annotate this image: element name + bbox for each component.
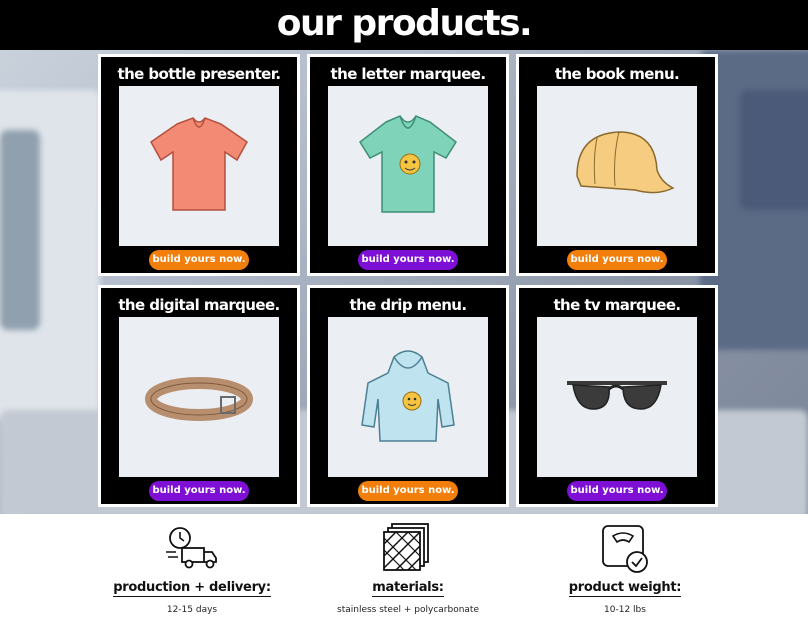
brown-belt-icon	[145, 377, 253, 421]
build-button[interactable]: build yours now.	[567, 481, 667, 501]
product-image	[537, 317, 697, 477]
build-button[interactable]: build yours now.	[358, 250, 458, 270]
background-shape	[0, 130, 40, 330]
product-image	[328, 317, 488, 477]
feature-title: materials:	[372, 580, 444, 597]
product-card: the book menu. build yours now.	[516, 54, 718, 276]
weight-scale-icon	[602, 525, 648, 573]
features-strip: production + delivery: 12-15 days materi…	[0, 514, 808, 636]
build-button[interactable]: build yours now.	[149, 250, 249, 270]
materials-layers-icon	[383, 523, 429, 571]
yellow-cap-icon	[576, 131, 675, 194]
feature-delivery: production + delivery: 12-15 days	[82, 522, 302, 615]
product-name: the bottle presenter.	[117, 65, 282, 83]
product-image	[119, 317, 279, 477]
orange-tshirt-icon	[150, 117, 248, 211]
feature-weight: product weight: 10-12 lbs	[515, 522, 735, 615]
product-card: the digital marquee. build yours now.	[98, 285, 300, 507]
product-name: the digital marquee.	[118, 296, 280, 314]
background-shape	[740, 90, 808, 210]
product-image	[328, 86, 488, 246]
feature-value: 12-15 days	[166, 605, 218, 615]
product-card: the tv marquee. build yours now.	[516, 285, 718, 507]
product-name: the letter marquee.	[330, 65, 487, 83]
feature-value: 10-12 lbs	[604, 605, 646, 615]
product-image	[537, 86, 697, 246]
page-title: our products.	[276, 3, 533, 44]
sunglasses-icon	[567, 381, 667, 410]
product-card: the drip menu. build yours now.	[307, 285, 509, 507]
product-card: the bottle presenter. build yours now.	[98, 54, 300, 276]
build-button[interactable]: build yours now.	[149, 481, 249, 501]
product-name: the book menu.	[554, 65, 680, 83]
product-name: the tv marquee.	[553, 296, 681, 314]
blue-hoodie-emoji-icon	[361, 350, 455, 442]
top-bar: our products.	[0, 0, 808, 50]
feature-materials: materials: stainless steel + polycarbona…	[298, 522, 518, 615]
build-button[interactable]: build yours now.	[358, 481, 458, 501]
delivery-truck-clock-icon	[166, 527, 217, 569]
product-name: the drip menu.	[349, 296, 468, 314]
product-card: the letter marquee. build yours now.	[307, 54, 509, 276]
green-tshirt-emoji-icon	[359, 115, 457, 213]
feature-value: stainless steel + polycarbonate	[337, 605, 479, 615]
build-button[interactable]: build yours now.	[567, 250, 667, 270]
product-image	[119, 86, 279, 246]
feature-title: product weight:	[568, 580, 682, 597]
feature-title: production + delivery:	[113, 580, 271, 597]
